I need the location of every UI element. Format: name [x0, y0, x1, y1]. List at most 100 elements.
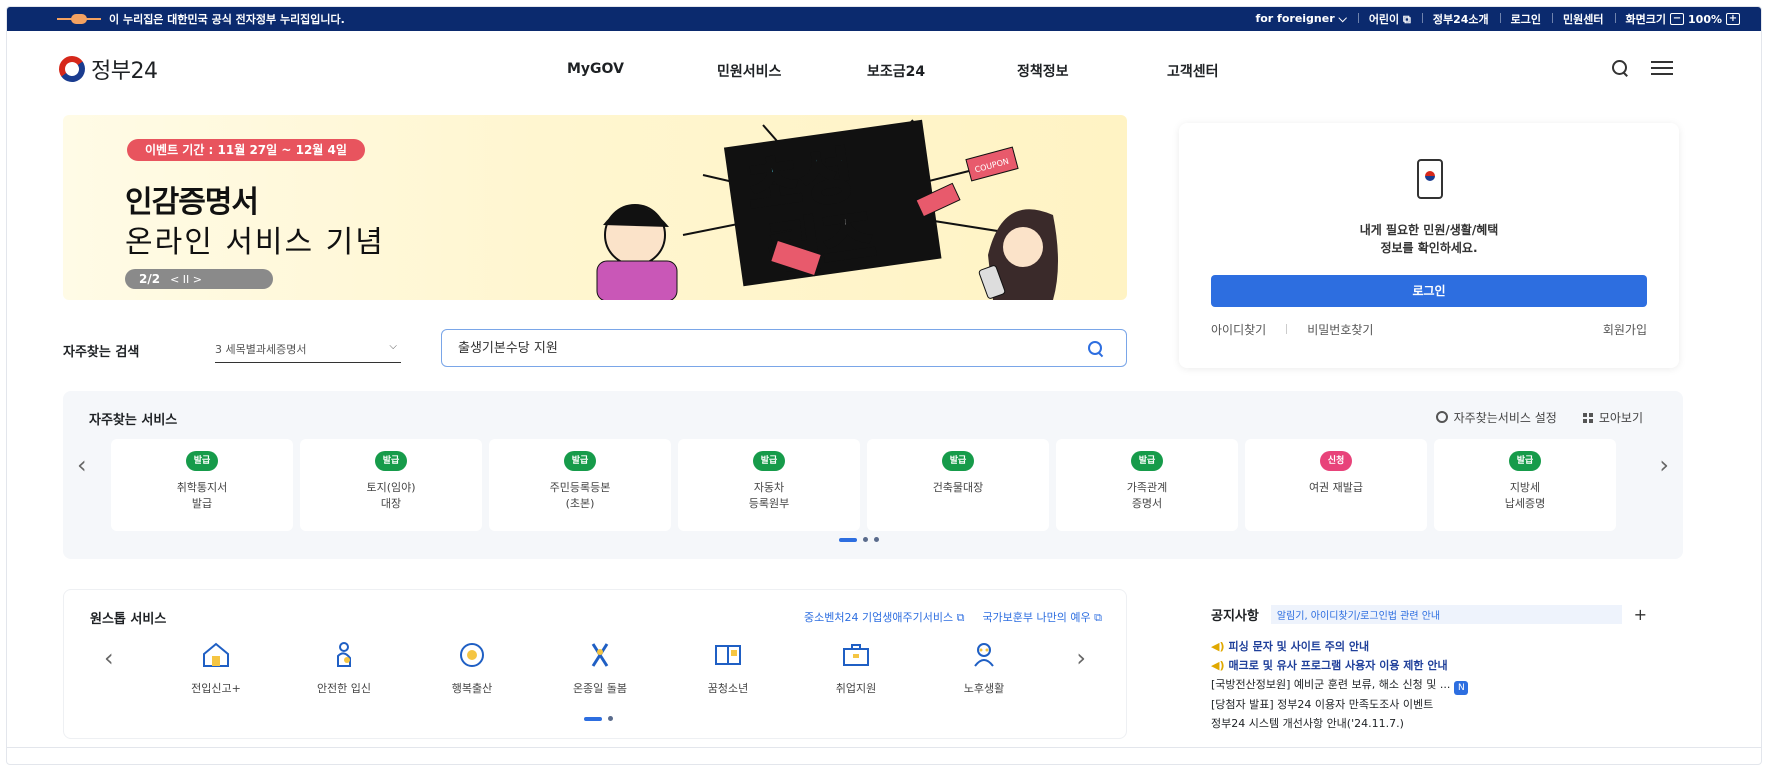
carousel-dots [839, 537, 879, 542]
baby-icon [460, 643, 484, 667]
briefcase-icon [843, 644, 869, 666]
zoom-in-button[interactable]: + [1726, 13, 1740, 25]
divider [1286, 324, 1288, 334]
for-foreigner-link[interactable]: for foreigner ⌵ [1244, 12, 1357, 26]
hamburger-menu-icon[interactable] [1651, 61, 1673, 75]
search-icon[interactable] [1611, 59, 1629, 77]
login-button[interactable]: 로그인 [1211, 275, 1647, 307]
notice-item[interactable]: ◀) 피싱 문자 및 사이트 주의 안내 [1211, 637, 1647, 656]
top-login-link[interactable]: 로그인 [1499, 11, 1552, 27]
sme24-link[interactable]: 중소벤처24 기업생애주기서비스 ⧉ [804, 609, 964, 625]
login-links: 아이디찾기 비밀번호찾기 회원가입 [1211, 321, 1647, 338]
signup-link[interactable]: 회원가입 [1603, 321, 1647, 338]
service-badge: 발급 [942, 451, 974, 471]
service-label: 가족관계 증명서 [1126, 481, 1168, 510]
banner-pager: 2/2 < II > [125, 269, 273, 289]
gear-icon [1435, 411, 1448, 423]
notice-item[interactable]: [당첨자 발표] 정부24 이용자 만족도조사 이벤트 [1211, 695, 1647, 714]
section-title: 자주찾는 서비스 [89, 413, 178, 428]
service-label: 토지(임야) 대장 [366, 481, 416, 510]
service-badge: 발급 [753, 451, 785, 471]
onestop-item[interactable]: 온종일 돌봄 [536, 640, 664, 696]
logo-text: 정부24 [91, 59, 158, 84]
find-id-link[interactable]: 아이디찾기 [1211, 321, 1266, 338]
onestop-item[interactable]: 안전한 입신 [280, 640, 408, 696]
carousel-dot-active[interactable] [839, 537, 857, 542]
onestop-item[interactable]: 취업지원 [792, 640, 920, 696]
nav-customer-center[interactable]: 고객센터 [1167, 61, 1317, 81]
service-label: 취학통지서 발급 [176, 481, 228, 510]
notice-banner-link[interactable]: 알림기, 아이디찾기/로그인법 관련 안내 [1270, 605, 1622, 624]
notice-text: [당첨자 발표] 정부24 이용자 만족도조사 이벤트 [1211, 698, 1434, 711]
nav-civil-service[interactable]: 민원서비스 [717, 61, 867, 81]
zoom-level: 100% [1688, 12, 1722, 26]
search-row: 자주찾는 검색 3 세목별과세증명서 ⌵ [63, 329, 1127, 369]
service-card[interactable]: 발급자동차 등록원부 [678, 439, 860, 531]
prev-arrow-icon[interactable]: ‹ [104, 644, 114, 672]
civil-center-link[interactable]: 민원센터 [1552, 11, 1614, 27]
carousel-dot[interactable] [874, 537, 879, 542]
taegeuk-icon [53, 50, 91, 88]
home-icon [203, 642, 229, 667]
nav-policy-info[interactable]: 정책정보 [1017, 61, 1167, 81]
service-card-list: 발급 취학통지서 발급 발급 토지(임야) 대장 발급 주민등록등본 (초본) 발급 자동차 등록원부… [111, 439, 1616, 531]
onestop-item[interactable]: 노후생활 [920, 640, 1048, 696]
banner-title: 인감증명서 [125, 185, 259, 220]
service-card[interactable]: 신청 여권 재발급 [1245, 439, 1427, 531]
next-arrow-icon[interactable]: › [1659, 451, 1669, 479]
notice-item[interactable]: ◀) 매크로 및 유사 프로그램 사용자 이용 제한 안내 [1211, 656, 1647, 675]
onestop-item[interactable]: 행복출산 [408, 640, 536, 696]
service-badge: 발급 [375, 451, 407, 471]
frequent-services: 자주찾는 서비스 자주찾는서비스 설정 모아보기 ‹ › 발급 취학통지서 발급 발급… [63, 391, 1683, 559]
service-card[interactable]: 발급가족관계 증명서 [1056, 439, 1238, 531]
view-all-link[interactable]: 모아보기 [1582, 409, 1643, 426]
notice-item[interactable]: 정부24 시스템 개선사항 안내('24.11.7.) [1211, 714, 1647, 733]
service-card[interactable]: 발급토지(임야) 대장 [300, 439, 482, 531]
carousel-dot-active[interactable] [584, 716, 602, 721]
carousel-dot[interactable] [863, 537, 868, 542]
kids-link[interactable]: 어린이 ⧉ [1357, 11, 1422, 27]
site-logo[interactable]: 정부24 [53, 50, 158, 88]
notice-text: [국방전산정보원] 예비군 훈련 보류, 해소 신청 및 ... [1211, 678, 1451, 691]
onestop-item[interactable]: 전입신고+ [152, 640, 280, 696]
quiz-illustration: 초성 퀴즈 COUPON [596, 119, 1058, 300]
onestop-item[interactable]: 꿈청소년 [664, 640, 792, 696]
service-badge: 발급 [1131, 451, 1163, 471]
veterans-link[interactable]: 국가보훈부 나만의 예우 ⧉ [982, 609, 1102, 625]
nav-subsidy24[interactable]: 보조금24 [867, 61, 1017, 81]
frequent-search-label: 자주찾는 검색 [63, 345, 140, 360]
next-arrow-icon[interactable]: › [1076, 644, 1086, 672]
about-link[interactable]: 정부24소개 [1421, 11, 1500, 27]
settings-link[interactable]: 자주찾는서비스 설정 [1435, 409, 1557, 426]
new-badge: N [1454, 681, 1469, 695]
notice-list: ◀) 피싱 문자 및 사이트 주의 안내 ◀) 매크로 및 유사 프로그램 사용자 이… [1211, 637, 1647, 733]
divider [7, 747, 1761, 748]
notice-text: 피싱 문자 및 사이트 주의 안내 [1228, 640, 1370, 653]
prev-arrow-icon[interactable]: ‹ [77, 451, 87, 479]
onestop-label: 취업지원 [835, 682, 877, 695]
notice-text: 정부24 시스템 개선사항 안내('24.11.7.) [1211, 717, 1404, 730]
onestop-item-list: 전입신고+ 안전한 입신 행복출산 온종일 돌봄 꿈청소년 취업지원 노후생활 [152, 640, 1048, 696]
service-label: 자동차 등록원부 [748, 481, 790, 510]
frequent-search-select[interactable]: 3 세목별과세증명서 ⌵ [215, 341, 401, 363]
section-title: 원스톱 서비스 [90, 612, 167, 627]
notice-title[interactable]: 공지사항 [1211, 605, 1259, 624]
more-plus-icon[interactable]: + [1634, 605, 1647, 624]
notice-header: 공지사항 알림기, 아이디찾기/로그인법 관련 안내 + [1211, 605, 1647, 624]
onestop-label: 행복출산 [451, 682, 493, 695]
service-label: 주민등록등본 (초본) [549, 481, 611, 510]
zoom-out-button[interactable]: − [1670, 13, 1685, 25]
search-submit-icon[interactable] [1088, 341, 1104, 357]
banner-controls[interactable]: < II > [170, 273, 202, 286]
nav-mygov[interactable]: MyGOV [567, 61, 717, 81]
notice-item[interactable]: [국방전산정보원] 예비군 훈련 보류, 해소 신청 및 ... N [1211, 675, 1647, 695]
carousel-dot[interactable] [608, 716, 613, 721]
search-input[interactable] [458, 339, 1018, 354]
service-card[interactable]: 발급 지방세 납세증명 [1434, 439, 1616, 531]
service-card[interactable]: 발급 취학통지서 발급 [111, 439, 293, 531]
event-banner[interactable]: 이벤트 기간 : 11월 27일 ~ 12월 4일 인감증명서 온라인 서비스 … [63, 115, 1127, 300]
service-card[interactable]: 발급 주민등록등본 (초본) [489, 439, 671, 531]
service-card[interactable]: 발급 건축물대장 [867, 439, 1049, 531]
grid-icon [1582, 413, 1593, 423]
find-password-link[interactable]: 비밀번호찾기 [1307, 321, 1373, 338]
